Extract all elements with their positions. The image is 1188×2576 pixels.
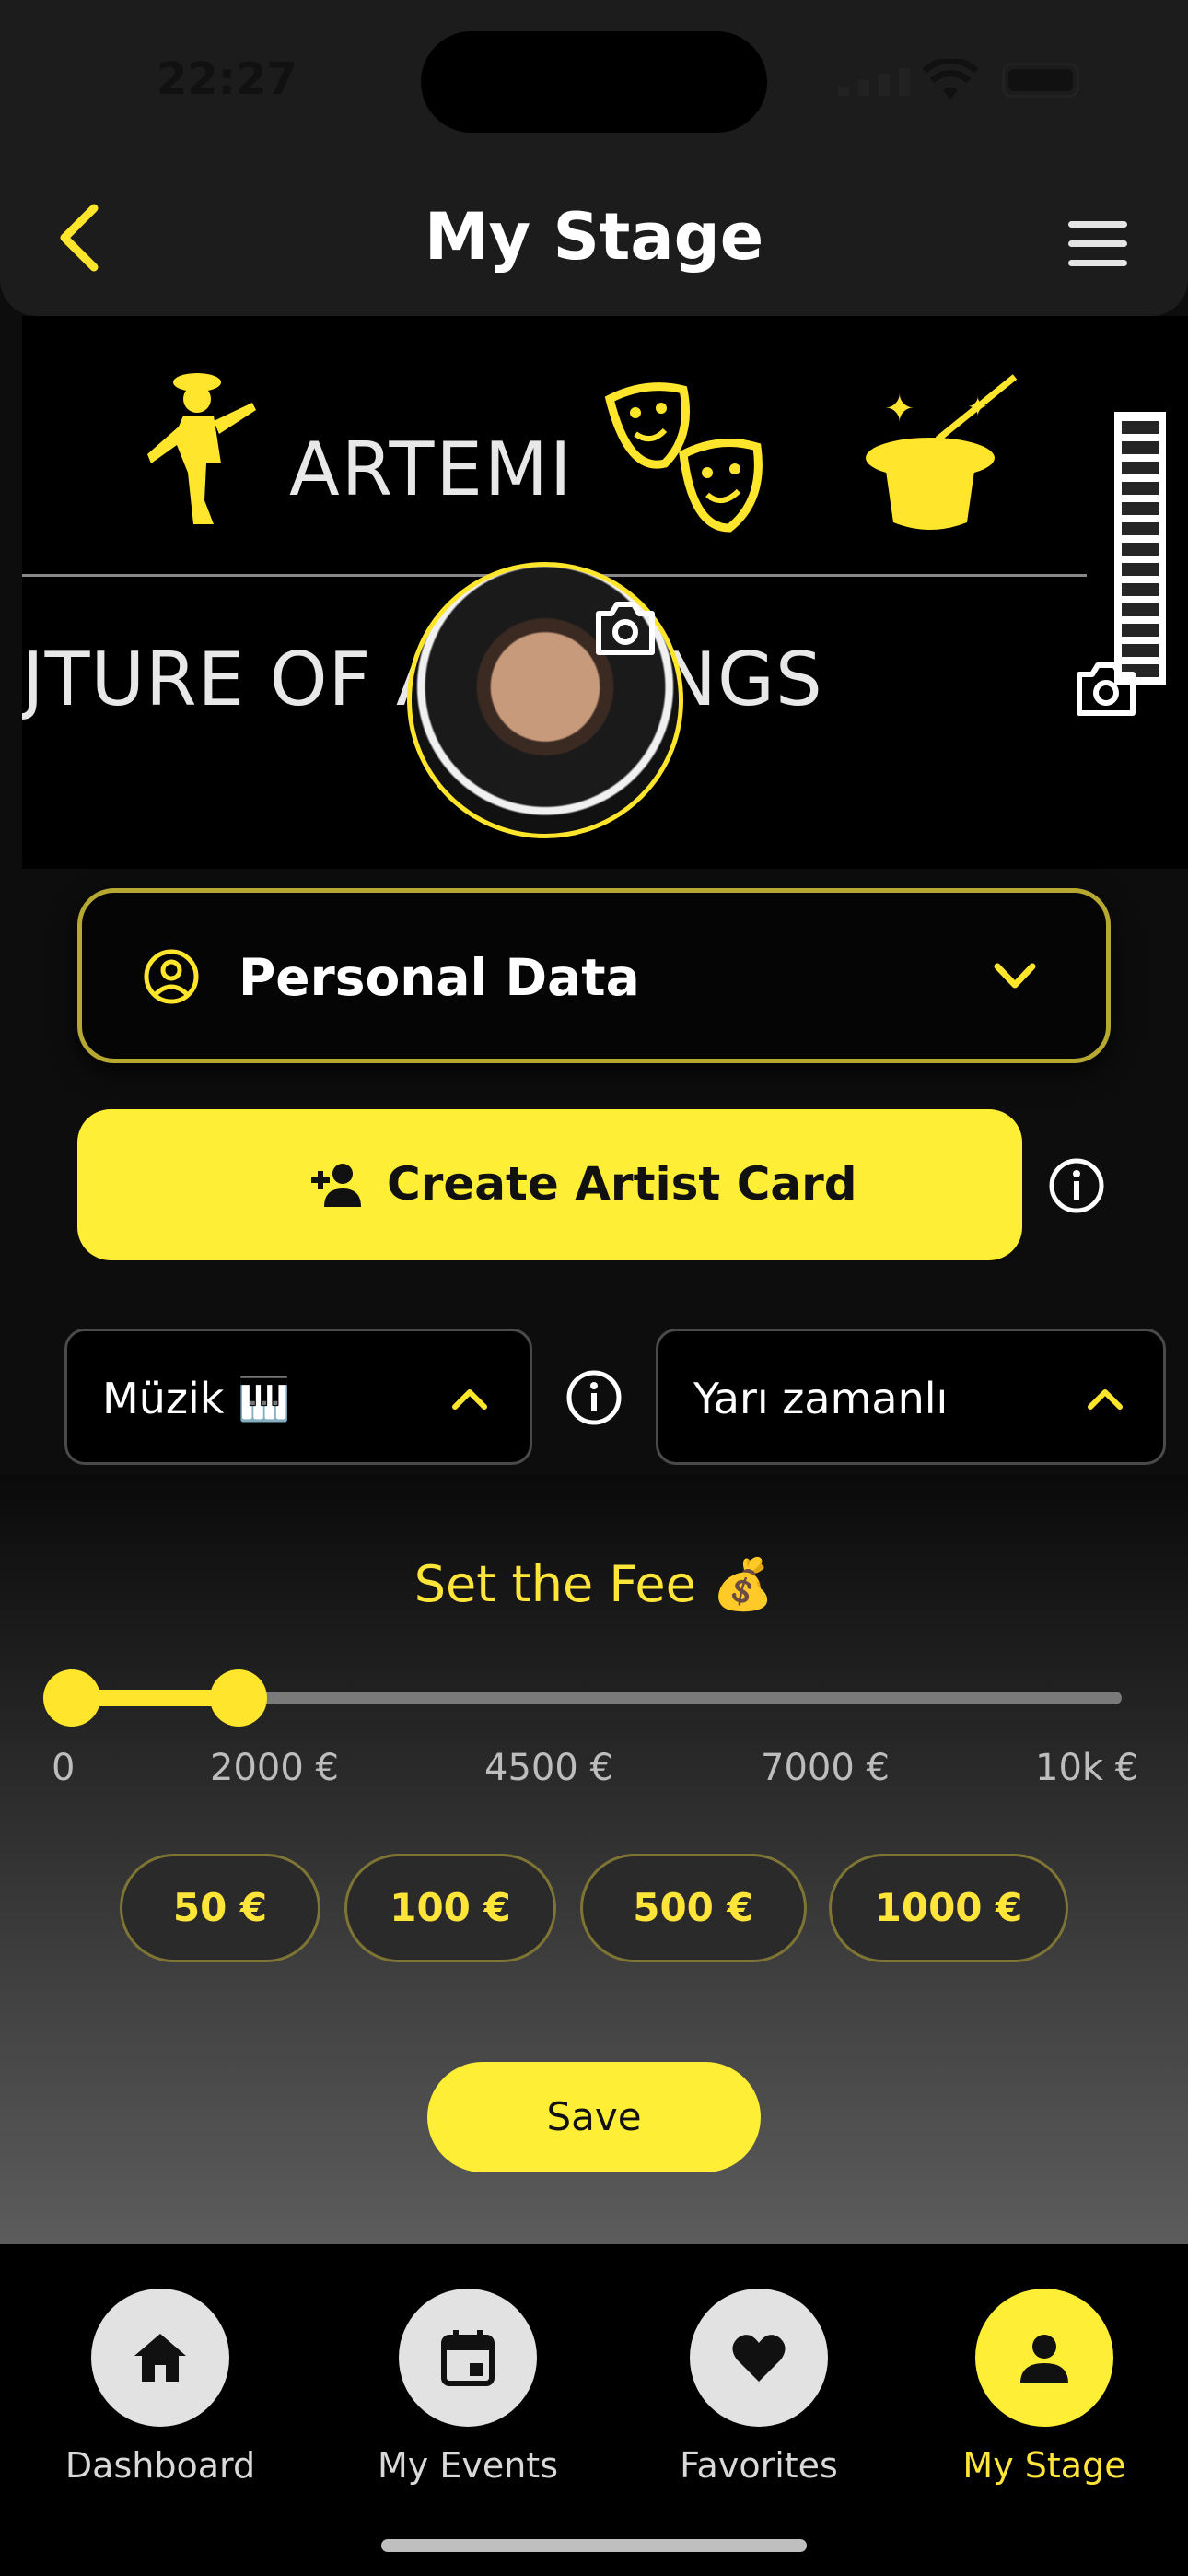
battery-icon — [1002, 63, 1079, 98]
chevron-up-icon — [1088, 1389, 1123, 1410]
avatar-camera-icon[interactable] — [593, 601, 658, 656]
personal-data-dropdown[interactable]: Personal Data — [77, 888, 1111, 1063]
signal-icon — [838, 68, 910, 96]
bottom-nav: Dashboard My Events Favorites My Stage — [0, 2244, 1188, 2576]
home-icon — [134, 2334, 186, 2382]
nav-dashboard[interactable]: Dashboard — [41, 2289, 280, 2486]
create-artist-card-button[interactable]: Create Artist Card — [77, 1109, 1022, 1260]
heart-icon — [732, 2335, 786, 2382]
save-button[interactable]: Save — [427, 2062, 761, 2172]
chevron-down-icon — [994, 963, 1036, 989]
status-time: 22:27 — [157, 53, 297, 105]
add-person-icon — [311, 1164, 361, 1207]
nav-label: My Events — [377, 2445, 558, 2486]
nav-my-stage[interactable]: My Stage — [925, 2289, 1164, 2486]
fee-tick: 4500 € — [484, 1747, 613, 1789]
schedule-select[interactable]: Yarı zamanlı — [656, 1329, 1166, 1465]
fee-tick: 7000 € — [761, 1747, 890, 1789]
nav-label: Favorites — [680, 2445, 838, 2486]
qr-code[interactable] — [1114, 412, 1166, 685]
page-title: My Stage — [424, 199, 764, 275]
wifi-icon — [923, 59, 978, 100]
fee-slider-max-handle[interactable] — [209, 1669, 267, 1727]
hamburger-menu-icon[interactable] — [1068, 221, 1127, 269]
banner-text-top: ARTEMI — [289, 427, 574, 512]
fee-title: Set the Fee 💰 — [413, 1555, 775, 1613]
calendar-icon — [441, 2330, 495, 2386]
fee-preset-50[interactable]: 50 € — [120, 1854, 320, 1962]
create-artist-card-label: Create Artist Card — [387, 1157, 857, 1211]
fee-tick: 0 — [52, 1747, 76, 1789]
nav-my-events[interactable]: My Events — [348, 2289, 588, 2486]
dynamic-island — [421, 31, 767, 133]
fee-preset-1000[interactable]: 1000 € — [829, 1854, 1068, 1962]
category-info-icon[interactable] — [565, 1369, 623, 1426]
create-card-info-icon[interactable] — [1048, 1157, 1105, 1214]
category-value: Müzik 🎹 — [102, 1374, 291, 1423]
theater-masks-icon — [604, 382, 763, 533]
personal-data-label: Personal Data — [239, 948, 640, 1007]
fee-slider-min-handle[interactable] — [43, 1669, 100, 1727]
person-icon — [1020, 2335, 1068, 2383]
banner-camera-icon[interactable] — [1074, 662, 1138, 717]
app-header: 22:27 My Stage — [0, 0, 1188, 316]
fee-tick: 10k € — [1035, 1747, 1139, 1789]
svg-text:✦: ✦ — [967, 392, 988, 422]
nav-label: My Stage — [962, 2445, 1126, 2486]
fee-preset-100[interactable]: 100 € — [344, 1854, 556, 1962]
chevron-up-icon — [452, 1389, 487, 1410]
schedule-value: Yarı zamanlı — [693, 1374, 949, 1423]
nav-label: Dashboard — [64, 2445, 256, 2486]
svg-text:✦: ✦ — [884, 388, 915, 430]
fee-preset-500[interactable]: 500 € — [580, 1854, 807, 1962]
magic-hat-icon: ✦ ✦ — [866, 374, 1018, 530]
category-select[interactable]: Müzik 🎹 — [64, 1329, 532, 1465]
dancer-icon — [147, 373, 256, 524]
user-circle-icon — [144, 949, 199, 1004]
fee-tick: 2000 € — [210, 1747, 339, 1789]
nav-favorites[interactable]: Favorites — [639, 2289, 879, 2486]
home-indicator — [381, 2539, 807, 2552]
